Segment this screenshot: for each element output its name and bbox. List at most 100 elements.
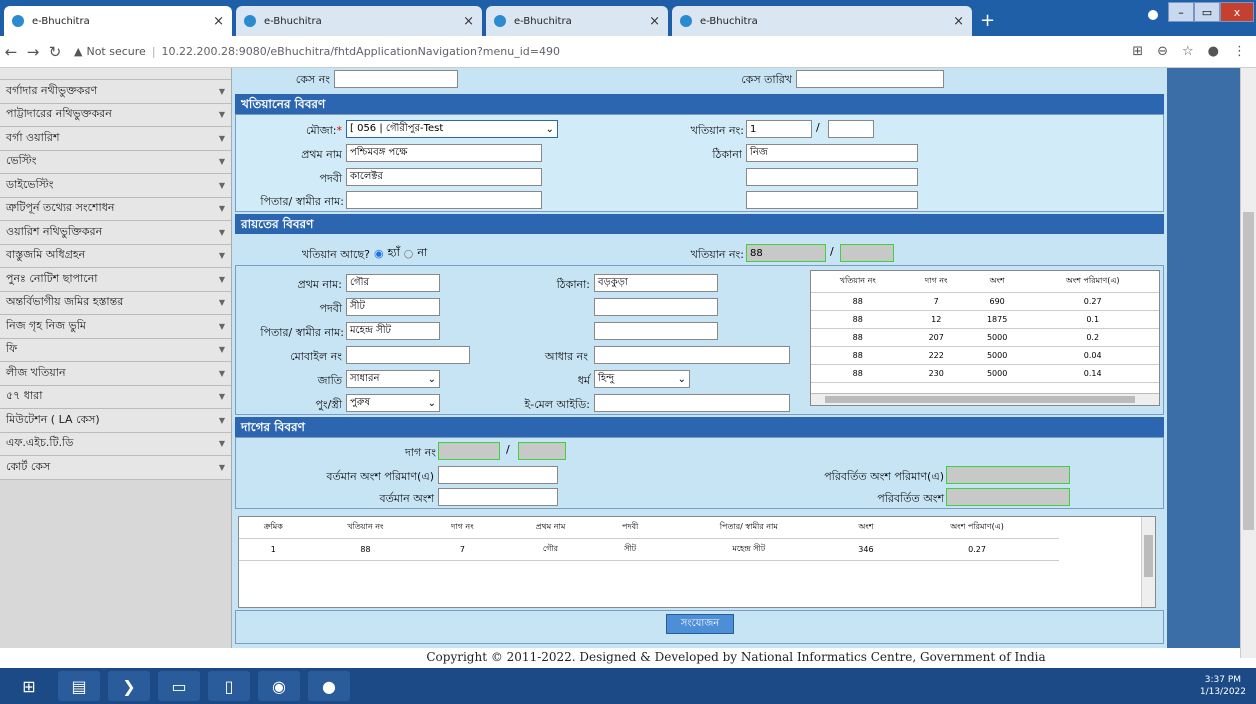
browser-tab[interactable]: e-Bhuchitra × xyxy=(236,6,482,36)
windows-start-icon[interactable]: ⊞ xyxy=(8,671,50,701)
sidebar-item[interactable]: অন্তর্বিভাগীয় জমির হস্তান্তর ▼ xyxy=(0,291,231,315)
khatian-address-line3-input[interactable] xyxy=(746,191,918,209)
gender-select[interactable]: পুরুষ ⌄ xyxy=(346,394,440,412)
scroll-thumb[interactable] xyxy=(1243,212,1254,530)
sidebar-item[interactable]: কোর্ট কেস ▼ xyxy=(0,456,231,480)
khatian-no-input[interactable]: 1 xyxy=(746,120,812,138)
vertical-scrollbar[interactable] xyxy=(1141,517,1155,607)
firefox-icon[interactable]: ● xyxy=(308,671,350,701)
table-row[interactable]: 88 7 690 0.27 xyxy=(811,292,1159,311)
menu-icon[interactable]: ⋮ xyxy=(1233,44,1246,59)
khatian-title-input[interactable]: কালেক্টর xyxy=(346,168,542,186)
close-tab-icon[interactable]: × xyxy=(953,14,964,29)
zoom-icon[interactable]: ⊖ xyxy=(1157,44,1168,59)
sidebar-item[interactable]: লীজ খতিয়ান ▼ xyxy=(0,362,231,386)
mobile-input[interactable] xyxy=(346,346,470,364)
khatian-father-input[interactable] xyxy=(346,191,542,209)
raiyat-first-name-input[interactable]: গৌর xyxy=(346,274,440,292)
table-row[interactable]: 88 230 5000 0.14 xyxy=(811,364,1159,383)
raiyat-address-line3-input[interactable] xyxy=(594,322,718,340)
result-grid[interactable]: ক্রমিক খতিয়ান নং দাগ নং প্রথম নাম পদবী পিতার… xyxy=(238,516,1156,608)
khatian-address-input[interactable]: নিজ xyxy=(746,144,918,162)
sidebar-item[interactable]: বাস্তুজমি অধিগ্রহন ▼ xyxy=(0,244,231,268)
changed-area-input[interactable] xyxy=(946,466,1070,484)
dag-no-input[interactable] xyxy=(438,442,500,460)
notepad-icon[interactable]: ▯ xyxy=(208,671,250,701)
sidebar-item[interactable]: ফি ▼ xyxy=(0,338,231,362)
sidebar-item[interactable]: পাট্টাদারের নথিভুক্তকরন ▼ xyxy=(0,103,231,127)
restore-icon[interactable]: ▭ xyxy=(1194,2,1220,22)
khatian-sub-input[interactable] xyxy=(828,120,874,138)
table-row[interactable]: 1 88 7 গৌর সীট মহেন্দ্র সীট 346 0.27 xyxy=(239,538,1059,561)
powershell-icon[interactable]: ❯ xyxy=(108,671,150,701)
browser-tab[interactable]: e-Bhuchitra × xyxy=(672,6,972,36)
not-secure-label[interactable]: Not secure xyxy=(86,45,145,58)
sidebar-item[interactable]: ত্রুটিপূর্ন তথ্যের সংশোধন ▼ xyxy=(0,197,231,221)
sidebar-item[interactable]: ৫৭ ধারা ▼ xyxy=(0,385,231,409)
sidebar-item[interactable]: ওয়ারিশ নথিভুক্তিকরন ▼ xyxy=(0,221,231,245)
khatian-address-line2-input[interactable] xyxy=(746,168,918,186)
profile-dot-icon[interactable] xyxy=(1148,10,1158,20)
sidebar-item[interactable]: পুনঃ নোটিশ ছাপানো ▼ xyxy=(0,268,231,292)
case-date-input[interactable] xyxy=(796,70,944,88)
browser-tab[interactable]: e-Bhuchitra × xyxy=(486,6,668,36)
chrome-icon[interactable]: ◉ xyxy=(258,671,300,701)
sidebar-item-label: ৫৭ ধারা xyxy=(6,389,43,403)
raiyat-khatian-no-input[interactable]: 88 xyxy=(746,244,826,262)
server-manager-icon[interactable]: ▤ xyxy=(58,671,100,701)
close-tab-icon[interactable]: × xyxy=(463,14,474,29)
case-no-input[interactable] xyxy=(334,70,458,88)
current-area-input[interactable] xyxy=(438,466,558,484)
raiyat-dag-grid[interactable]: খতিয়ান নং দাগ নং অংশ অংশ পরিমাণ(এ) 88 7 690 0.… xyxy=(810,270,1160,406)
bookmark-star-icon[interactable]: ☆ xyxy=(1182,44,1194,59)
changed-share-input[interactable] xyxy=(946,488,1070,506)
close-tab-icon[interactable]: × xyxy=(213,14,224,29)
current-share-input[interactable] xyxy=(438,488,558,506)
minimize-icon[interactable]: – xyxy=(1168,2,1194,22)
sidebar-item[interactable]: এফ.এইচ.টি.ডি ▼ xyxy=(0,432,231,456)
email-input[interactable] xyxy=(594,394,790,412)
raiyat-khatian-sub-input[interactable] xyxy=(840,244,894,262)
submit-button[interactable]: সংযোজন xyxy=(666,614,734,634)
scroll-thumb[interactable] xyxy=(825,396,1135,403)
yes-radio-icon[interactable]: ◉ xyxy=(374,247,384,260)
scroll-thumb[interactable] xyxy=(1144,535,1153,577)
browser-tab[interactable]: e-Bhuchitra × xyxy=(4,6,232,36)
reload-icon[interactable]: ↻ xyxy=(44,43,66,61)
dag-sub-input[interactable] xyxy=(518,442,566,460)
aadhar-input[interactable] xyxy=(594,346,790,364)
horizontal-scrollbar[interactable] xyxy=(811,393,1159,405)
close-tab-icon[interactable]: × xyxy=(649,14,660,29)
khatian-first-name-input[interactable]: পশ্চিমবঙ্গ পক্ষে xyxy=(346,144,542,162)
religion-select[interactable]: হিন্দু ⌄ xyxy=(594,370,690,388)
new-tab-icon[interactable]: + xyxy=(980,10,995,31)
table-row[interactable]: 88 207 5000 0.2 xyxy=(811,328,1159,347)
back-icon[interactable]: ← xyxy=(0,43,22,61)
table-row[interactable]: 88 222 5000 0.04 xyxy=(811,346,1159,365)
system-clock[interactable]: 3:37 PM 1/13/2022 xyxy=(1200,674,1256,698)
translate-icon[interactable]: ⊞ xyxy=(1132,44,1143,59)
changed-share-label: পরিবর্তিত অংশ xyxy=(877,492,944,505)
raiyat-address-line2-input[interactable] xyxy=(594,298,718,316)
page-scrollbar[interactable] xyxy=(1240,68,1256,658)
forward-icon[interactable]: → xyxy=(22,43,44,61)
url-text[interactable]: 10.22.200.28:9080/eBhuchitra/fhtdApplica… xyxy=(162,45,560,58)
grid-cell: 12 xyxy=(904,310,968,329)
sidebar-item[interactable]: মিউটেশন ( LA কেস) ▼ xyxy=(0,409,231,433)
raiyat-address-input[interactable]: বড়কুড়া xyxy=(594,274,718,292)
raiyat-title-input[interactable]: সীট xyxy=(346,298,440,316)
no-radio-icon[interactable]: ○ xyxy=(404,247,414,260)
file-explorer-icon[interactable]: ▭ xyxy=(158,671,200,701)
mouja-select[interactable]: [ 056 | গৌরীপুর-Test ⌄ xyxy=(346,120,558,138)
sidebar-item[interactable]: ভেস্টিং ▼ xyxy=(0,150,231,174)
sidebar-item[interactable]: নিজ গৃহ নিজ ভুমি ▼ xyxy=(0,315,231,339)
raiyat-father-input[interactable]: মহেন্দ্র সীট xyxy=(346,322,440,340)
caste-select[interactable]: সাধারন ⌄ xyxy=(346,370,440,388)
email-label: ই-মেল আইডি: xyxy=(524,398,590,411)
table-row[interactable]: 88 12 1875 0.1 xyxy=(811,310,1159,329)
close-window-icon[interactable]: x xyxy=(1220,2,1254,22)
account-icon[interactable]: ● xyxy=(1208,44,1219,59)
sidebar-item[interactable]: বর্গাদার নথীভুক্তকরণ ▼ xyxy=(0,80,231,104)
sidebar-item[interactable]: বর্গা ওয়ারিশ ▼ xyxy=(0,127,231,151)
sidebar-item[interactable]: ডাইভেস্টিং ▼ xyxy=(0,174,231,198)
